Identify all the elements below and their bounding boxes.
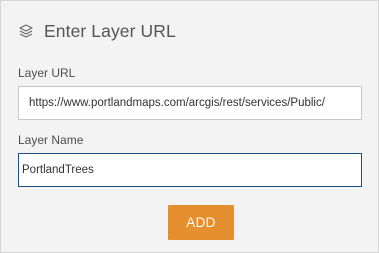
layer-url-input[interactable] [18, 86, 362, 120]
layer-name-input[interactable] [18, 153, 362, 187]
panel-title: Enter Layer URL [44, 20, 176, 41]
enter-layer-url-panel: Enter Layer URL Layer URL Layer Name ADD [0, 0, 379, 253]
layers-icon [17, 22, 35, 40]
layer-url-label: Layer URL [18, 66, 76, 80]
add-button[interactable]: ADD [168, 205, 234, 240]
panel-header: Enter Layer URL [17, 19, 176, 43]
layer-name-label: Layer Name [18, 133, 84, 147]
